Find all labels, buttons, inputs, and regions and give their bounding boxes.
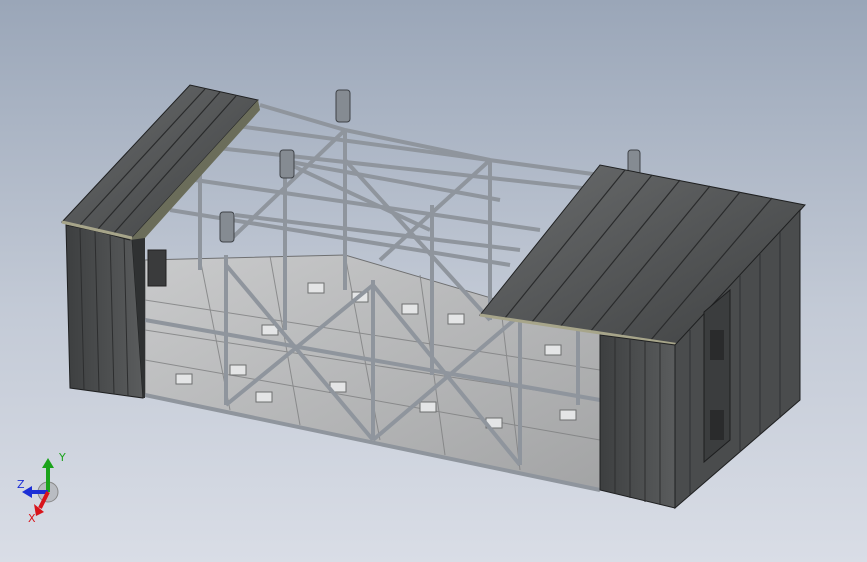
y-axis-arrow [42, 458, 54, 468]
graphics-viewport[interactable]: Y Z X [0, 0, 867, 562]
model-3d-view[interactable] [0, 0, 867, 562]
coordinate-triad: Y Z X [17, 451, 66, 525]
y-axis-label: Y [58, 451, 66, 464]
z-axis-label: Z [17, 478, 25, 491]
x-axis-label: X [28, 512, 36, 525]
